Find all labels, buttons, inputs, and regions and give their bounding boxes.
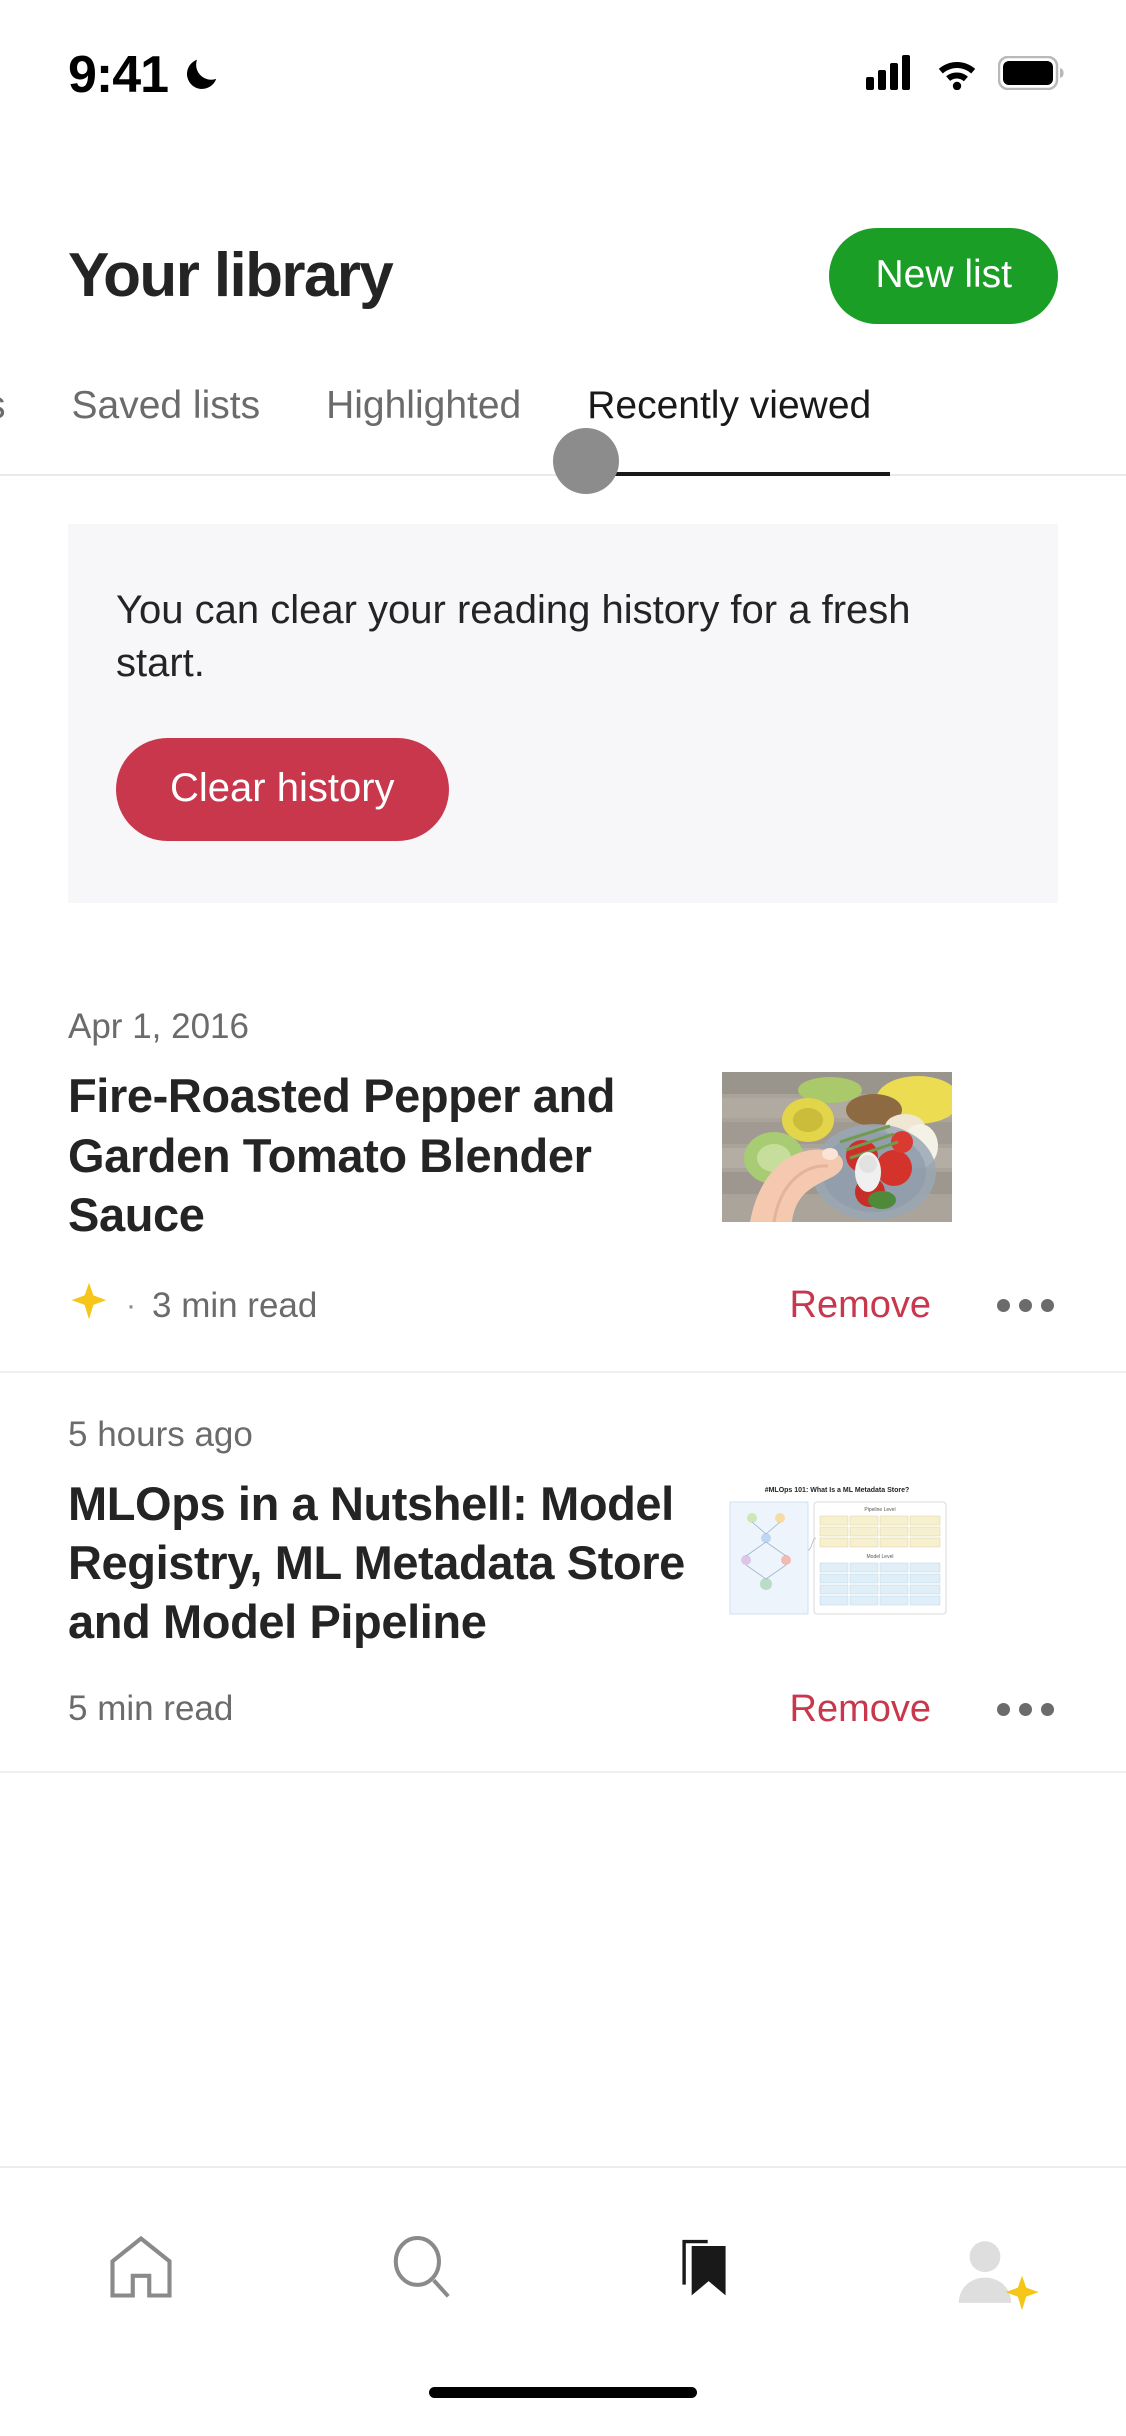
article-thumbnail[interactable]: #MLOps 101: What Is a ML Metadata Store?…: [722, 1480, 952, 1631]
article-title[interactable]: Fire-Roasted Pepper and Garden Tomato Bl…: [68, 1066, 688, 1244]
wifi-icon: [934, 56, 980, 95]
bookmark-icon: [667, 2230, 741, 2309]
svg-text:Pipeline Level: Pipeline Level: [864, 1507, 895, 1513]
remove-button[interactable]: Remove: [790, 1284, 932, 1327]
list-item[interactable]: Apr 1, 2016 Fire-Roasted Pepper and Gard…: [0, 965, 1126, 1374]
article-meta: · 3 min read: [68, 1280, 317, 1331]
search-icon: [385, 2230, 459, 2309]
article-date: 5 hours ago: [68, 1415, 253, 1455]
recently-viewed-list: Apr 1, 2016 Fire-Roasted Pepper and Gard…: [0, 965, 1126, 1773]
clear-history-notice: You can clear your reading history for a…: [68, 524, 1058, 904]
new-list-button[interactable]: New list: [829, 228, 1058, 324]
library-tabs: s Saved lists Highlighted Recently viewe…: [0, 372, 1126, 494]
nav-bookmarks[interactable]: [563, 2214, 845, 2324]
crescent-moon-icon: [182, 53, 222, 98]
page-title: Your library: [68, 241, 394, 310]
tab-lists-clipped[interactable]: s: [0, 372, 39, 474]
article-title[interactable]: MLOps in a Nutshell: Model Registry, ML …: [68, 1474, 688, 1652]
notice-text: You can clear your reading history for a…: [116, 588, 911, 686]
home-icon: [103, 2229, 179, 2310]
article-read-time: 3 min read: [152, 1285, 318, 1325]
nav-search[interactable]: [282, 2214, 564, 2324]
page-header: Your library New list: [0, 150, 1126, 324]
ellipsis-icon[interactable]: [993, 1289, 1058, 1322]
profile-avatar-icon: [948, 2232, 1039, 2311]
article-read-time: 5 min read: [68, 1689, 234, 1729]
bottom-navigation: [0, 2166, 1126, 2436]
remove-button[interactable]: Remove: [790, 1688, 932, 1731]
svg-text:Model Level: Model Level: [867, 1554, 894, 1560]
cellular-signal-icon: [866, 54, 916, 96]
touch-indicator-dot: [553, 428, 619, 494]
article-meta: 5 min read: [68, 1689, 233, 1729]
status-bar-clock: 9:41: [68, 46, 169, 104]
status-bar-right: [866, 54, 1064, 96]
tab-highlighted[interactable]: Highlighted: [293, 372, 554, 474]
status-bar-left: 9:41: [68, 45, 222, 105]
nav-home[interactable]: [0, 2214, 282, 2324]
clear-history-button[interactable]: Clear history: [116, 738, 449, 842]
article-thumbnail[interactable]: [722, 1072, 952, 1223]
article-date: Apr 1, 2016: [68, 1007, 249, 1047]
home-indicator: [429, 2387, 697, 2398]
battery-full-icon: [997, 55, 1064, 95]
nav-profile[interactable]: [845, 2214, 1126, 2324]
sparkle-star-icon: [1002, 2273, 1042, 2318]
meta-separator: ·: [126, 1288, 136, 1322]
sparkle-star-icon: [68, 1280, 110, 1331]
status-bar: 9:41: [0, 0, 1126, 150]
svg-text:#MLOps 101: What Is a ML Metad: #MLOps 101: What Is a ML Metadata Store?: [765, 1487, 910, 1494]
tab-saved-lists[interactable]: Saved lists: [39, 372, 294, 474]
list-item[interactable]: 5 hours ago MLOps in a Nutshell: Model R…: [0, 1373, 1126, 1773]
ellipsis-icon[interactable]: [993, 1693, 1058, 1726]
